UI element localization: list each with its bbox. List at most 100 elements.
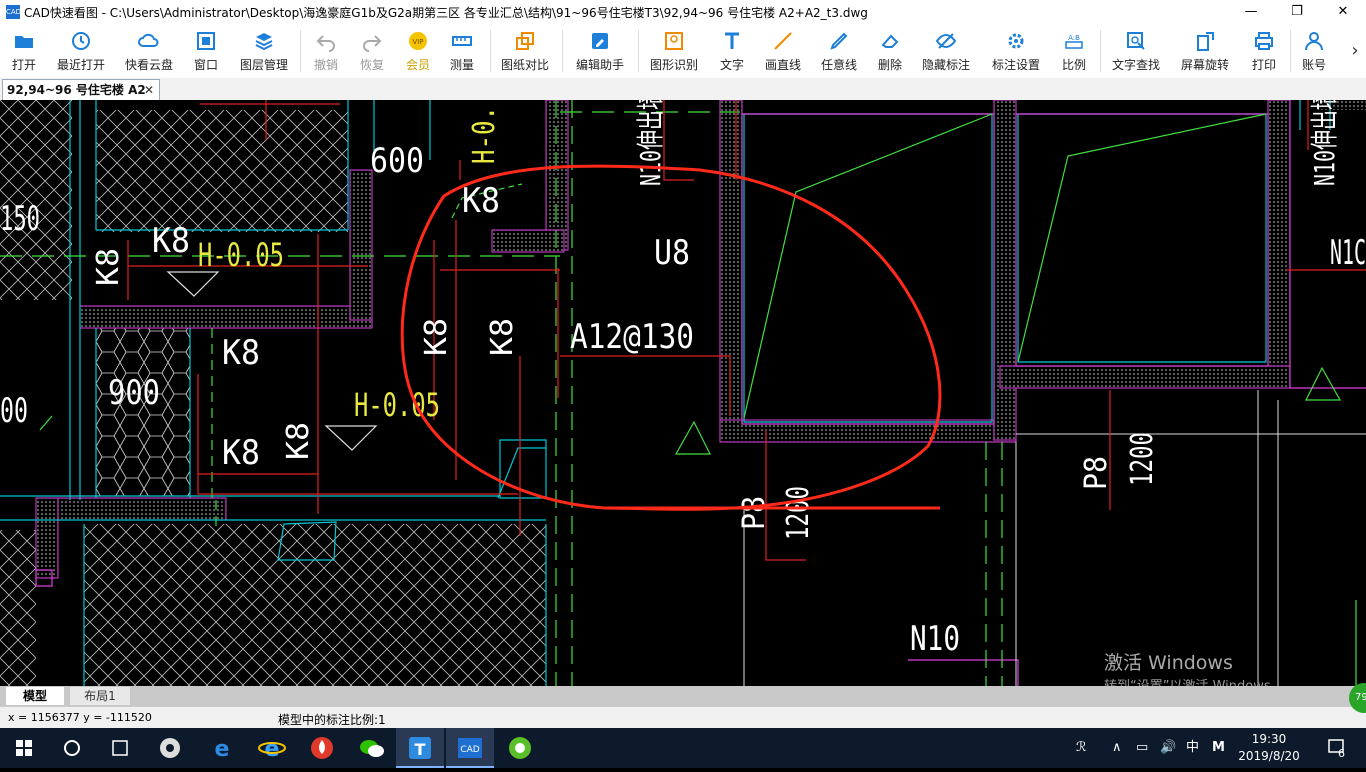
rotate-screen-button[interactable]: 屏幕旋转 [1176,26,1234,76]
vip-button[interactable]: VIP 会员 [400,26,436,76]
search-button[interactable] [48,728,96,768]
minimize-button[interactable]: — [1228,0,1274,24]
delete-label: 删除 [877,58,902,72]
rebar-label: U8 [654,233,690,273]
task-view-button[interactable] [96,728,144,768]
print-label: 打印 [1251,58,1276,72]
ruler-icon [452,36,472,46]
cloud-button[interactable]: 快看云盘 [120,26,178,76]
text-icon [725,32,739,49]
print-button[interactable]: 打印 [1246,26,1282,76]
account-button[interactable]: 账号 [1296,26,1332,76]
history-icon [72,32,90,50]
vip-icon: VIP [409,32,427,50]
toolbar-separator [562,30,563,72]
rebar-label: K8 [485,318,520,356]
layers-button[interactable]: 图层管理 [236,26,292,76]
document-tab-close-icon[interactable]: ✕ [144,80,154,100]
activation-watermark-title: 激活 Windows [1104,652,1233,674]
line-button[interactable]: 画直线 [760,26,806,76]
undo-button[interactable]: 撤销 [308,26,344,76]
wall-band [545,100,569,251]
open-label: 打开 [11,58,36,72]
restore-button[interactable]: ❐ [1274,0,1320,24]
toolbar-separator [1290,30,1291,72]
text-search-button[interactable]: 文字查找 [1108,26,1164,76]
ie-icon: e [258,737,286,762]
taskbar-app-cad[interactable]: CAD [446,728,494,768]
taskbar-app-security[interactable] [298,728,346,768]
shape-recognition-label: 图形识别 [649,58,698,72]
hide-annotations-label: 隐藏标注 [921,58,970,72]
tab-model[interactable]: 模型 [6,687,64,705]
document-tab-bar: 92,94~96 号住宅楼 A2 ✕ [0,78,1366,101]
layers-label: 图层管理 [239,58,288,72]
start-button[interactable] [0,728,48,768]
delete-button[interactable]: 删除 [872,26,908,76]
toolbar: 打开 最近打开 快看云盘 窗口 图层管理 撤销 恢复 VIP 会员 测量 图纸对… [0,24,1366,79]
compare-button[interactable]: 图纸对比 [498,26,552,76]
notification-center-button[interactable]: 6 [1326,736,1348,760]
task-view-icon [112,740,128,756]
recent-button[interactable]: 最近打开 [52,26,110,76]
edit-assistant-label: 编辑助手 [575,58,624,72]
wall-band [349,169,373,321]
hide-annotations-button[interactable]: 隐藏标注 [918,26,974,76]
taskbar-app-green[interactable] [496,728,544,768]
freeline-label: 任意线 [820,58,857,72]
people-icon[interactable]: ℛ [1076,728,1096,768]
toolbar-separator [300,30,301,72]
line-label: 画直线 [764,58,801,72]
clock-time: 19:30 [1251,732,1287,746]
drawing-canvas[interactable]: 600 K8 H-0. N10伸出墙 150 K8 H-0.05 K8 U8 N… [0,100,1366,686]
annotation-settings-button[interactable]: 标注设置 [986,26,1046,76]
elevation-label: H-0.05 [198,236,284,274]
battery-icon[interactable]: ▭ [1136,728,1156,768]
rebar-label: K8 [462,181,500,221]
close-button[interactable]: ✕ [1320,0,1366,24]
toolbar-more-button[interactable]: › [1346,26,1364,76]
dim-text: 900 [108,373,160,413]
layers-icon [255,33,273,51]
taskbar-clock[interactable]: 19:30 2019/8/20 [1234,731,1304,765]
app-icon: CAD [6,5,21,19]
toolbar-separator [638,30,639,72]
dim-text: 1200 [1125,432,1160,486]
ime-indicator[interactable]: 中 [1186,728,1204,768]
edit-assistant-button[interactable]: 编辑助手 [572,26,628,76]
compare-icon [516,32,534,50]
activation-watermark-subtitle: 转到“设置”以激活 Windows。 [1104,675,1284,686]
measure-button[interactable]: 测量 [444,26,480,76]
clock-date: 2019/8/20 [1238,749,1300,763]
undo-icon [316,35,335,52]
taskbar-app-wechat[interactable] [348,728,396,768]
tray-chevron-icon[interactable]: ∧ [1112,728,1130,768]
svg-text:e: e [215,737,230,762]
cursor-coordinates: x = 1156377 y = -111520 [8,711,152,724]
svg-text:CAD: CAD [460,745,479,755]
text-button[interactable]: 文字 [712,26,752,76]
ime-mode-icon[interactable]: M [1212,728,1230,768]
volume-icon[interactable]: 🔊 [1160,728,1180,768]
window-icon [197,32,215,50]
cloud-icon [138,33,159,47]
scale-button[interactable]: A:B 比例 [1054,26,1094,76]
printer-icon [1255,32,1273,50]
edge-icon: e [215,737,230,762]
text-app-icon: T [409,737,431,759]
rebar-note: N10伸出墙 [1308,100,1341,186]
taskbar-app-ie[interactable]: e [248,728,296,768]
open-button[interactable]: 打开 [4,26,44,76]
wall-band [35,497,227,521]
rebar-note: N10伸出墙 [634,100,667,186]
tab-layout1[interactable]: 布局1 [70,687,130,705]
window-button[interactable]: 窗口 [188,26,224,76]
taskbar-app-edge[interactable]: e [198,728,246,768]
document-tab[interactable]: 92,94~96 号住宅楼 A2 ✕ [2,79,160,101]
shape-recognition-button[interactable]: 图形识别 [646,26,702,76]
freeline-button[interactable]: 任意线 [816,26,862,76]
taskbar-app-pinwheel[interactable] [146,728,194,768]
taskbar-app-text[interactable]: T [396,728,444,768]
text-search-label: 文字查找 [1111,58,1160,72]
redo-button[interactable]: 恢复 [354,26,390,76]
